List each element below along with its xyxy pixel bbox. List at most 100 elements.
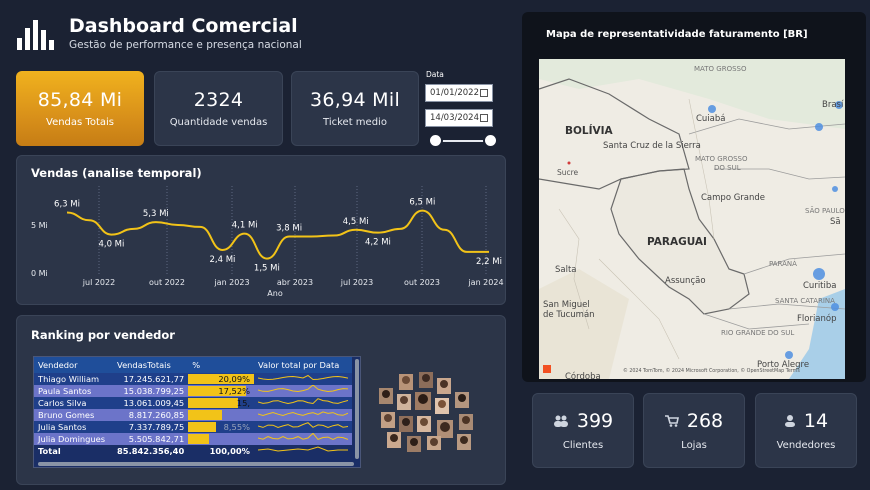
sparkline <box>257 384 349 393</box>
ranking-card: Ranking por vendedor Vendedor VendasTota… <box>16 315 506 485</box>
map-label-curitiba: Curitiba <box>803 281 836 291</box>
data-label: 5,3 Mi <box>143 209 169 219</box>
map-label-brasilia: Brasí <box>822 100 844 110</box>
kpi-value: 2324 <box>193 89 244 111</box>
map-label-sm-tucuman: San Miguel <box>543 300 590 310</box>
sparkline-cell <box>254 432 352 445</box>
sparkline <box>257 374 349 381</box>
sparkline <box>257 432 349 441</box>
map-label-rio-grande: RIO GRANDE DO SUL <box>721 329 794 337</box>
kpi-ticket-medio: 36,94 Mil Ticket medio <box>291 71 419 146</box>
map-label-sao-paulo-city: Sã <box>830 217 841 227</box>
x-tick-label: jul 2022 <box>82 278 115 287</box>
vendedor-cell: Julia Santos <box>38 422 87 432</box>
data-label: 2,4 Mi <box>210 255 236 265</box>
table-row[interactable]: Julia Santos 7.337.789,75 8,55% <box>34 421 352 433</box>
sparkline-cell <box>254 421 352 433</box>
data-label: 1,5 Mi <box>254 264 280 274</box>
salespeople-photo-collage <box>377 372 481 452</box>
pct-bar <box>188 398 239 408</box>
data-label: 4,2 Mi <box>365 238 391 248</box>
pct-bar <box>188 410 222 420</box>
date-end-input[interactable]: 14/03/2024 <box>425 109 493 127</box>
calendar-icon[interactable] <box>480 114 488 122</box>
pct-cell: 15, <box>188 397 254 409</box>
table-row[interactable]: Julia Domingues 5.505.842,71 <box>34 432 352 445</box>
col-vendedor[interactable]: Vendedor <box>34 357 114 373</box>
total-sparkline <box>254 445 352 457</box>
vendas-cell: 15.038.799,25 <box>123 386 185 396</box>
y-tick-label: 0 Mi <box>31 269 48 278</box>
sparkline <box>257 398 349 405</box>
table-row[interactable]: Bruno Gomes 8.817.260,85 <box>34 409 352 421</box>
people-photos-image <box>379 372 473 452</box>
sparkline-cell <box>254 409 352 421</box>
col-valor-por-data[interactable]: Valor total por Data <box>254 357 352 373</box>
pct-value: 15, <box>236 398 250 408</box>
clientes-value: 399 <box>576 410 614 432</box>
map-canvas: MATO GROSSO BOLÍVIA Cuiabá Brasí Santa C… <box>539 59 845 379</box>
ranking-title: Ranking por vendedor <box>31 328 175 342</box>
vendas-cell: 5.505.842,71 <box>128 434 185 444</box>
kpi-vendedores: 14 Vendedores <box>755 393 857 468</box>
map-label-salta: Salta <box>555 265 577 275</box>
x-tick-label: jul 2023 <box>340 278 373 287</box>
slider-handle-end[interactable] <box>483 133 498 148</box>
map-label-assuncao: Assunção <box>665 276 706 286</box>
vendedor-cell: Paula Santos <box>38 386 92 396</box>
col-pct[interactable]: % <box>188 357 254 373</box>
pct-cell: 20,09% <box>188 373 254 385</box>
lojas-value: 268 <box>686 410 724 432</box>
slider-handle-start[interactable] <box>428 133 443 148</box>
series-line-vendas[interactable] <box>66 209 489 260</box>
map-label-mato-grosso: MATO GROSSO <box>694 65 747 73</box>
map-label-santa-catarina: SANTA CATARINA <box>775 297 835 305</box>
vendas-cell: 8.817.260,85 <box>128 410 185 420</box>
map-copyright: © 2024 TomTom, © 2024 Microsoft Corporat… <box>623 367 800 374</box>
pct-value: 8,55% <box>223 422 250 432</box>
kpi-lojas: 268 Lojas <box>643 393 745 468</box>
table-scrollbar-v[interactable] <box>355 359 359 459</box>
vendedores-label: Vendedores <box>776 440 836 451</box>
pct-value: 17,52% <box>218 386 250 396</box>
table-row[interactable]: Paula Santos 15.038.799,25 17,52% <box>34 384 352 397</box>
kpi-quantidade-vendas: 2324 Quantidade vendas <box>154 71 283 146</box>
sparkline-cell <box>254 397 352 409</box>
data-label: 6,5 Mi <box>409 198 435 208</box>
clientes-label: Clientes <box>562 440 604 451</box>
x-tick-label: abr 2023 <box>277 278 313 287</box>
kpi-value: 36,94 Mil <box>309 89 401 111</box>
map-label-paraguai: PARAGUAI <box>647 236 707 248</box>
vendas-cell: 13.061.009,45 <box>123 398 185 408</box>
date-end-value: 14/03/2024 <box>430 113 479 123</box>
pct-bar <box>188 422 217 432</box>
table-row[interactable]: Carlos Silva 13.061.009,45 15, <box>34 397 352 409</box>
kpi-label: Ticket medio <box>323 117 387 128</box>
pct-bar <box>188 434 210 444</box>
sparkline-cell <box>254 384 352 397</box>
total-label: Total <box>38 446 61 456</box>
people-icon <box>553 415 568 427</box>
vendas-cell: 17.245.621,77 <box>123 374 185 384</box>
table-scrollbar-h[interactable] <box>38 462 354 466</box>
x-axis-label: Ano <box>267 289 283 298</box>
map-label-campo-grande: Campo Grande <box>701 193 765 203</box>
date-range-slider[interactable] <box>428 133 500 149</box>
date-filter-label: Data <box>426 70 444 79</box>
ranking-table: Vendedor VendasTotais % Valor total por … <box>34 357 352 457</box>
kpi-vendas-totais: 85,84 Mi Vendas Totais <box>16 71 144 146</box>
col-vendas-totais[interactable]: VendasTotais <box>113 357 189 373</box>
pct-cell <box>188 409 254 421</box>
map-label-mato-grosso-do-sul-2: DO SUL <box>714 164 741 172</box>
x-tick-label: out 2023 <box>404 278 440 287</box>
date-start-input[interactable]: 01/01/2022 <box>425 84 493 102</box>
calendar-icon[interactable] <box>480 89 488 97</box>
map-label-sucre: Sucre <box>557 168 579 177</box>
map-label-sao-paulo: SÃO PAULO <box>805 206 845 215</box>
data-label: 4,0 Mi <box>98 240 124 250</box>
map-view[interactable]: MATO GROSSO BOLÍVIA Cuiabá Brasí Santa C… <box>539 59 845 379</box>
kpi-clientes: 399 Clientes <box>532 393 634 468</box>
sparkline <box>257 446 348 452</box>
table-row[interactable]: Thiago William 17.245.621,77 20,09% <box>34 373 352 385</box>
vendedor-cell: Bruno Gomes <box>38 410 95 420</box>
